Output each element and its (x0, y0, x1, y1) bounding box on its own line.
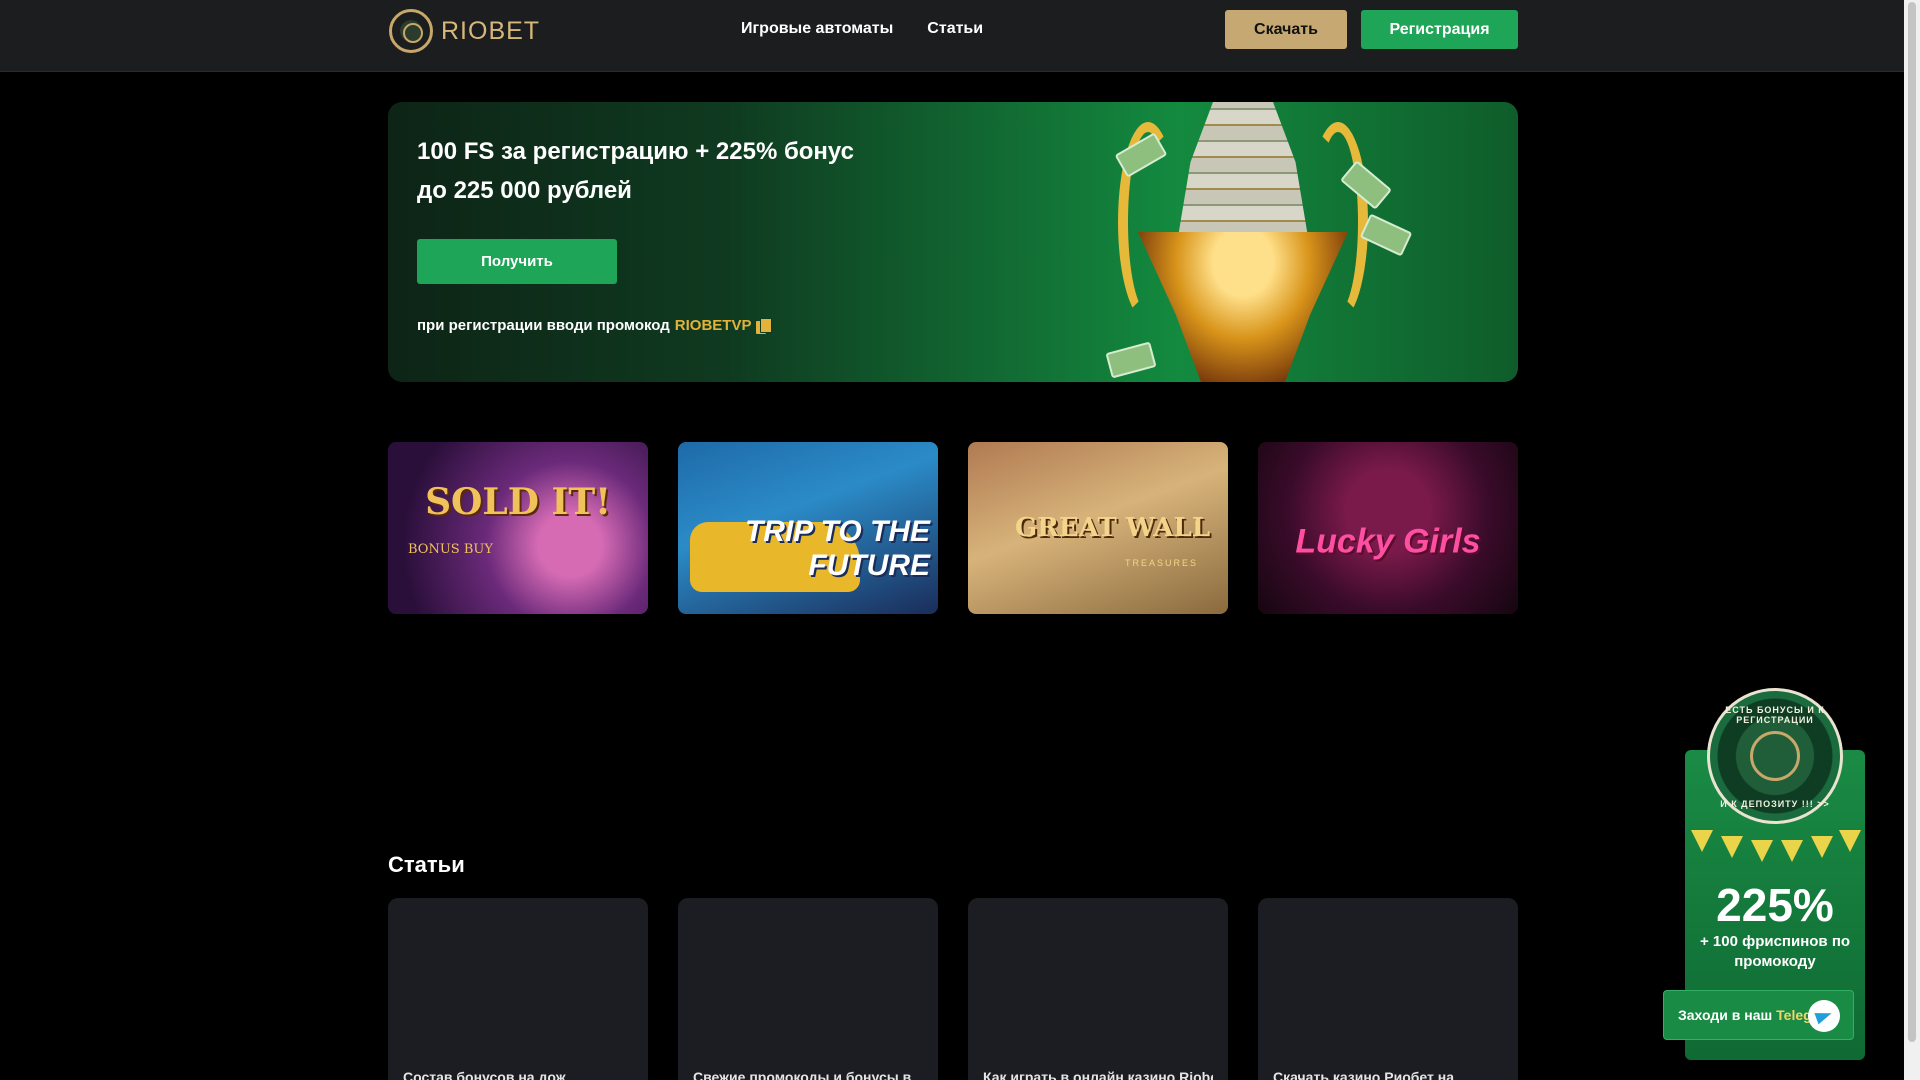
article-card[interactable]: Состав бонусов на дож (388, 898, 648, 1080)
article-title: Состав бонусов на дож (403, 1069, 566, 1080)
article-title: Как играть в онлайн казино Riobet (983, 1069, 1213, 1080)
page-scrollbar[interactable] (1904, 0, 1920, 1080)
logo-icon (389, 9, 433, 53)
badge-emblem-icon (1750, 731, 1800, 781)
scrollbar-thumb[interactable] (1908, 2, 1916, 1042)
bunting-flags (1685, 830, 1865, 870)
site-header: RIOBET Игровые автоматы Статьи Скачать Р… (0, 0, 1904, 72)
promo-line: при регистрации вводи промокод RIOBETVP (417, 317, 773, 334)
telegram-prefix: Заходи в наш (1678, 1007, 1773, 1023)
promo-text: при регистрации вводи промокод (417, 317, 670, 334)
badge-text-top: ЕСТЬ БОНУСЫ И К РЕГИСТРАЦИИ (1725, 705, 1825, 725)
bill (1105, 341, 1157, 379)
game-tile-sold-it[interactable]: SOLD IT! BONUS BUY (388, 442, 648, 614)
game-title: SOLD IT! (425, 481, 611, 524)
articles-row: Состав бонусов на дож Свежие промокоды и… (388, 898, 1518, 1080)
game-tile-great-wall[interactable]: GREAT WALL TREASURES (968, 442, 1228, 614)
banner-illustration (1078, 102, 1418, 382)
article-card[interactable]: Скачать казино Риобет на (1258, 898, 1518, 1080)
flag (1721, 836, 1743, 858)
bill (1359, 213, 1413, 257)
game-title: GREAT WALL (1014, 513, 1210, 543)
telegram-icon (1808, 1000, 1840, 1032)
bonus-banner: 100 FS за регистрацию + 225% бонус до 22… (388, 102, 1518, 382)
nav-slots[interactable]: Игровые автоматы (741, 20, 893, 38)
money-stack (1175, 102, 1311, 252)
article-card[interactable]: Как играть в онлайн казино Riobet (968, 898, 1228, 1080)
promo-percent: 225% (1716, 879, 1834, 931)
game-subtitle: TREASURES (1124, 558, 1198, 568)
header-inner: RIOBET Игровые автоматы Статьи Скачать Р… (388, 0, 1518, 72)
game-title: TRIP TO THE FUTURE (744, 514, 930, 582)
logo[interactable]: RIOBET (389, 9, 540, 53)
flag (1751, 840, 1773, 862)
game-title: Lucky Girls (1295, 522, 1481, 561)
game-tile-lucky-girls[interactable]: Lucky Girls (1258, 442, 1518, 614)
article-title: Свежие промокоды и бонусы в (693, 1069, 912, 1080)
download-button[interactable]: Скачать (1225, 10, 1347, 49)
get-bonus-button[interactable]: Получить (417, 239, 617, 284)
article-title: Скачать казино Риобет на (1273, 1069, 1454, 1080)
badge-text-bottom: И К ДЕПОЗИТУ !!! >> (1720, 799, 1830, 809)
nav-articles[interactable]: Статьи (927, 20, 983, 38)
main-nav: Игровые автоматы Статьи (741, 20, 983, 38)
copy-icon[interactable] (756, 317, 773, 334)
flag (1811, 836, 1833, 858)
banner-title: 100 FS за регистрацию + 225% бонус до 22… (417, 138, 855, 204)
flag (1691, 830, 1713, 852)
article-card[interactable]: Свежие промокоды и бонусы в (678, 898, 938, 1080)
bonus-badge: ЕСТЬ БОНУСЫ И К РЕГИСТРАЦИИ И К ДЕПОЗИТУ… (1707, 688, 1843, 824)
game-subtitle: BONUS BUY (408, 542, 493, 557)
logo-text: RIOBET (441, 16, 541, 45)
telegram-button[interactable]: Заходи в наш Telegram (1663, 990, 1854, 1040)
games-row: SOLD IT! BONUS BUY TRIP TO THE FUTURE GR… (388, 442, 1518, 614)
register-button[interactable]: Регистрация (1361, 10, 1518, 49)
game-tile-trip-to-the-future[interactable]: TRIP TO THE FUTURE (678, 442, 938, 614)
promo-description: + 100 фриспинов по промокоду (1699, 933, 1851, 970)
promo-code[interactable]: RIOBETVP (675, 317, 752, 334)
flag (1781, 840, 1803, 862)
golden-urn (1138, 232, 1348, 382)
flag (1839, 830, 1861, 852)
articles-heading: Статьи (388, 852, 465, 877)
